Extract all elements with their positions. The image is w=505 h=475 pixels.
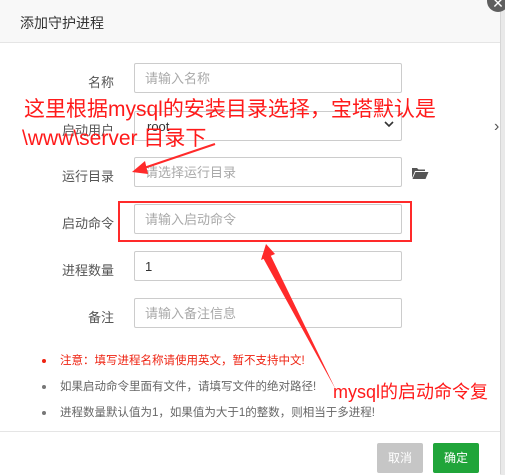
tip-item: 注意：填写进程名称请使用英文，暂不支持中文!: [42, 348, 482, 374]
run-dir-input[interactable]: [134, 157, 402, 187]
annotation-text-dir: 这里根据mysql的安装目录选择，宝塔默认是: [24, 98, 436, 121]
annotation-highlight-box: [118, 201, 412, 242]
remark-label: 备注: [87, 310, 114, 325]
dialog-footer: 取消 确定: [0, 431, 500, 475]
close-glyph: ✕: [492, 0, 504, 11]
annotation-text-path: \www\server 目录下: [22, 127, 207, 150]
dialog-header: 添加守护进程: [0, 0, 500, 43]
name-label: 名称: [87, 75, 114, 90]
tip-text: 注意：填写进程名称请使用英文，暂不支持中文!: [60, 355, 305, 367]
confirm-button[interactable]: 确定: [433, 443, 479, 473]
bullet-icon: [42, 359, 46, 363]
proc-count-label: 进程数量: [61, 263, 114, 278]
folder-open-icon[interactable]: [411, 166, 429, 180]
bullet-icon: [42, 385, 46, 389]
background-chevron-icon: ›: [494, 118, 500, 135]
remark-input[interactable]: [134, 298, 402, 328]
start-cmd-label: 启动命令: [61, 216, 114, 231]
tip-text: 进程数量默认值为1，如果值为大于1的整数，则相当于多进程!: [60, 407, 375, 419]
annotation-text-cmd: mysql的启动命令复: [333, 382, 489, 402]
tip-text: 如果启动命令里面有文件，请填写文件的绝对路径!: [60, 381, 317, 393]
run-dir-label: 运行目录: [61, 169, 114, 184]
dialog-title: 添加守护进程: [20, 15, 104, 31]
name-input[interactable]: [134, 63, 402, 93]
proc-count-input[interactable]: [134, 251, 402, 281]
cancel-button[interactable]: 取消: [377, 443, 423, 473]
bullet-icon: [42, 411, 46, 415]
